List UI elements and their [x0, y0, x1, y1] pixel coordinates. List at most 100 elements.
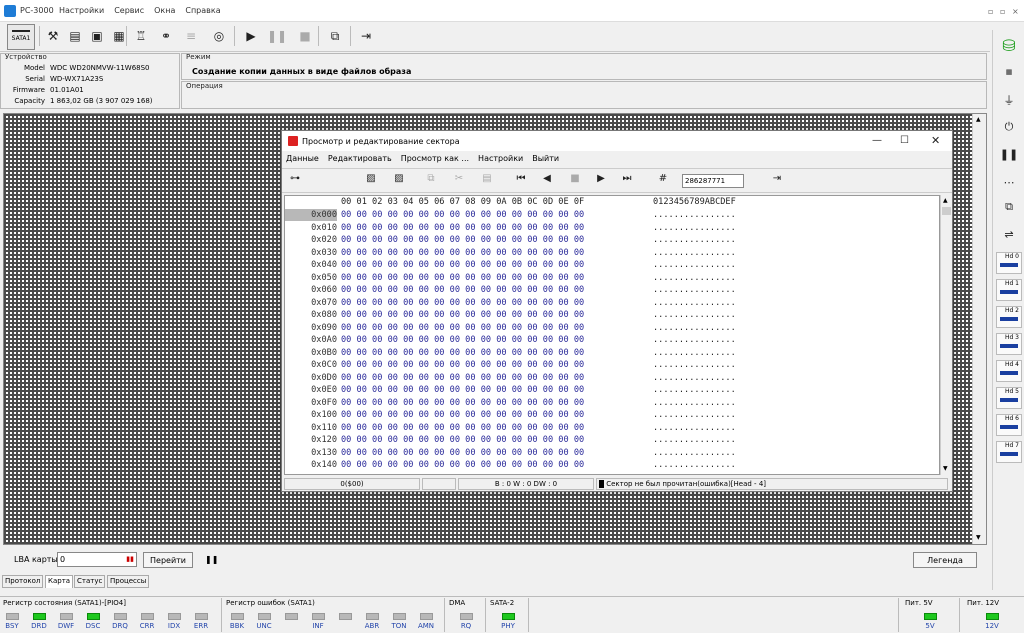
first-sector-icon[interactable]: ⏮ — [512, 173, 530, 189]
dialog-menu-exit[interactable]: Выйти — [532, 154, 559, 163]
config-icon[interactable]: ⋯ — [997, 176, 1021, 198]
map-scrollbar[interactable]: ▲ ▼ — [972, 114, 986, 544]
binoculars-icon[interactable]: ⚭ — [155, 25, 177, 47]
probe-icon[interactable]: ♖ — [130, 25, 152, 47]
hex-row-ascii[interactable]: ................ — [653, 272, 736, 284]
hex-row-bytes[interactable]: 00 00 00 00 00 00 00 00 00 00 00 00 00 0… — [341, 347, 584, 359]
scroll-up-icon[interactable]: ▲ — [976, 116, 981, 123]
power-disk-icon[interactable]: ⛁ — [997, 36, 1021, 58]
power-on-icon[interactable]: ⏻ — [997, 120, 1021, 142]
hex-row-bytes[interactable]: 00 00 00 00 00 00 00 00 00 00 00 00 00 0… — [341, 422, 584, 434]
dialog-minimize-icon[interactable]: — — [872, 135, 882, 146]
exit-icon[interactable]: ⇥ — [355, 25, 377, 47]
tab-status[interactable]: Статус — [74, 575, 106, 588]
head-5-button[interactable]: Hd 5 — [996, 387, 1022, 409]
hex-row-ascii[interactable]: ................ — [653, 209, 736, 221]
dialog-close-icon[interactable]: ✕ — [931, 134, 940, 147]
hex-row-ascii[interactable]: ................ — [653, 259, 736, 271]
load-icon[interactable]: ▨ — [362, 173, 380, 189]
pause-icon[interactable]: ❚❚ — [266, 25, 288, 47]
menu-help[interactable]: Справка — [185, 6, 220, 15]
stack-icon[interactable]: ≡ — [180, 25, 202, 47]
hex-row-bytes[interactable]: 00 00 00 00 00 00 00 00 00 00 00 00 00 0… — [341, 234, 584, 246]
hex-row-ascii[interactable]: ................ — [653, 422, 736, 434]
sector-number-input[interactable]: 286287771 — [682, 174, 744, 188]
head-2-button[interactable]: Hd 2 — [996, 306, 1022, 328]
connector-icon[interactable]: ⊶ — [286, 173, 304, 189]
copy-icon[interactable]: ⧉ — [422, 173, 440, 189]
hex-row-ascii[interactable]: ................ — [653, 409, 736, 421]
hex-row-bytes[interactable]: 00 00 00 00 00 00 00 00 00 00 00 00 00 0… — [341, 409, 584, 421]
hex-row-ascii[interactable]: ................ — [653, 397, 736, 409]
pause-right-icon[interactable]: ❚❚ — [997, 148, 1021, 170]
hex-row-bytes[interactable]: 00 00 00 00 00 00 00 00 00 00 00 00 00 0… — [341, 209, 584, 221]
menu-service[interactable]: Сервис — [114, 6, 144, 15]
windows-icon[interactable]: ⧉ — [324, 25, 346, 47]
restore-icon[interactable]: ▫ — [1000, 7, 1005, 16]
play-icon[interactable]: ▶ — [240, 25, 262, 47]
legend-button[interactable]: Легенда — [913, 552, 977, 568]
menu-settings[interactable]: Настройки — [59, 6, 104, 15]
lba-input[interactable]: 0 ▮▮ — [57, 552, 137, 567]
hex-row-bytes[interactable]: 00 00 00 00 00 00 00 00 00 00 00 00 00 0… — [341, 447, 584, 459]
hex-row-bytes[interactable]: 00 00 00 00 00 00 00 00 00 00 00 00 00 0… — [341, 247, 584, 259]
head-6-button[interactable]: Hd 6 — [996, 414, 1022, 436]
sata1-button[interactable]: SATA1 — [7, 24, 35, 50]
paste-icon[interactable]: ▤ — [478, 173, 496, 189]
hex-row-ascii[interactable]: ................ — [653, 384, 736, 396]
dialog-maximize-icon[interactable]: ☐ — [900, 135, 909, 146]
hex-row-bytes[interactable]: 00 00 00 00 00 00 00 00 00 00 00 00 00 0… — [341, 297, 584, 309]
hex-row-bytes[interactable]: 00 00 00 00 00 00 00 00 00 00 00 00 00 0… — [341, 384, 584, 396]
next-sector-icon[interactable]: ▶ — [592, 173, 610, 189]
hex-row-ascii[interactable]: ................ — [653, 284, 736, 296]
hex-row-ascii[interactable]: ................ — [653, 359, 736, 371]
lba-spin-icon[interactable]: ▮▮ — [126, 553, 134, 566]
head-1-button[interactable]: Hd 1 — [996, 279, 1022, 301]
test-icon[interactable]: ▣ — [86, 25, 108, 47]
hex-row-ascii[interactable]: ................ — [653, 247, 736, 259]
hex-row-bytes[interactable]: 00 00 00 00 00 00 00 00 00 00 00 00 00 0… — [341, 397, 584, 409]
hex-row-bytes[interactable]: 00 00 00 00 00 00 00 00 00 00 00 00 00 0… — [341, 372, 584, 384]
hex-scroll-down-icon[interactable]: ▼ — [943, 465, 948, 472]
head-3-button[interactable]: Hd 3 — [996, 333, 1022, 355]
menu-windows[interactable]: Окна — [154, 6, 175, 15]
hex-row-ascii[interactable]: ................ — [653, 372, 736, 384]
stop-icon[interactable]: ■ — [566, 173, 584, 189]
tab-map[interactable]: Карта — [45, 575, 74, 588]
hex-row-ascii[interactable]: ................ — [653, 222, 736, 234]
prev-sector-icon[interactable]: ◀ — [538, 173, 556, 189]
tab-protocol[interactable]: Протокол — [2, 575, 44, 588]
goto-button[interactable]: Перейти — [143, 552, 193, 568]
dialog-menu-view-as[interactable]: Просмотр как ... — [401, 154, 469, 163]
hex-row-ascii[interactable]: ................ — [653, 347, 736, 359]
hex-row-ascii[interactable]: ................ — [653, 334, 736, 346]
connector-icon[interactable]: ⏚ — [997, 92, 1021, 114]
hex-scrollbar[interactable]: ▲ ▼ — [940, 195, 952, 475]
head-0-button[interactable]: Hd 0 — [996, 252, 1022, 274]
hex-row-ascii[interactable]: ................ — [653, 447, 736, 459]
hex-row-bytes[interactable]: 00 00 00 00 00 00 00 00 00 00 00 00 00 0… — [341, 322, 584, 334]
tab-processes[interactable]: Процессы — [107, 575, 150, 588]
hex-row-ascii[interactable]: ................ — [653, 234, 736, 246]
head-4-button[interactable]: Hd 4 — [996, 360, 1022, 382]
hex-row-bytes[interactable]: 00 00 00 00 00 00 00 00 00 00 00 00 00 0… — [341, 459, 584, 471]
dialog-menu-settings[interactable]: Настройки — [478, 154, 523, 163]
hex-row-bytes[interactable]: 00 00 00 00 00 00 00 00 00 00 00 00 00 0… — [341, 284, 584, 296]
hex-row-bytes[interactable]: 00 00 00 00 00 00 00 00 00 00 00 00 00 0… — [341, 359, 584, 371]
hex-row-ascii[interactable]: ................ — [653, 297, 736, 309]
hex-row-ascii[interactable]: ................ — [653, 322, 736, 334]
reset-icon[interactable]: ▦ — [997, 68, 1021, 90]
scroll-down-icon[interactable]: ▼ — [976, 534, 981, 541]
hex-scroll-thumb[interactable] — [942, 207, 951, 215]
hex-scroll-up-icon[interactable]: ▲ — [943, 197, 948, 204]
close-icon[interactable]: × — [1012, 7, 1019, 16]
last-sector-icon[interactable]: ⏭ — [618, 173, 636, 189]
stop-icon[interactable]: ■ — [294, 25, 316, 47]
hex-row-bytes[interactable]: 00 00 00 00 00 00 00 00 00 00 00 00 00 0… — [341, 272, 584, 284]
goto-sector-icon[interactable]: # — [654, 173, 672, 189]
dialog-menu-edit[interactable]: Редактировать — [328, 154, 392, 163]
minimize-icon[interactable]: ▫ — [988, 7, 993, 16]
dialog-menu-data[interactable]: Данные — [286, 154, 319, 163]
tools-icon[interactable]: ⚒ — [42, 25, 64, 47]
hex-row-ascii[interactable]: ................ — [653, 459, 736, 471]
